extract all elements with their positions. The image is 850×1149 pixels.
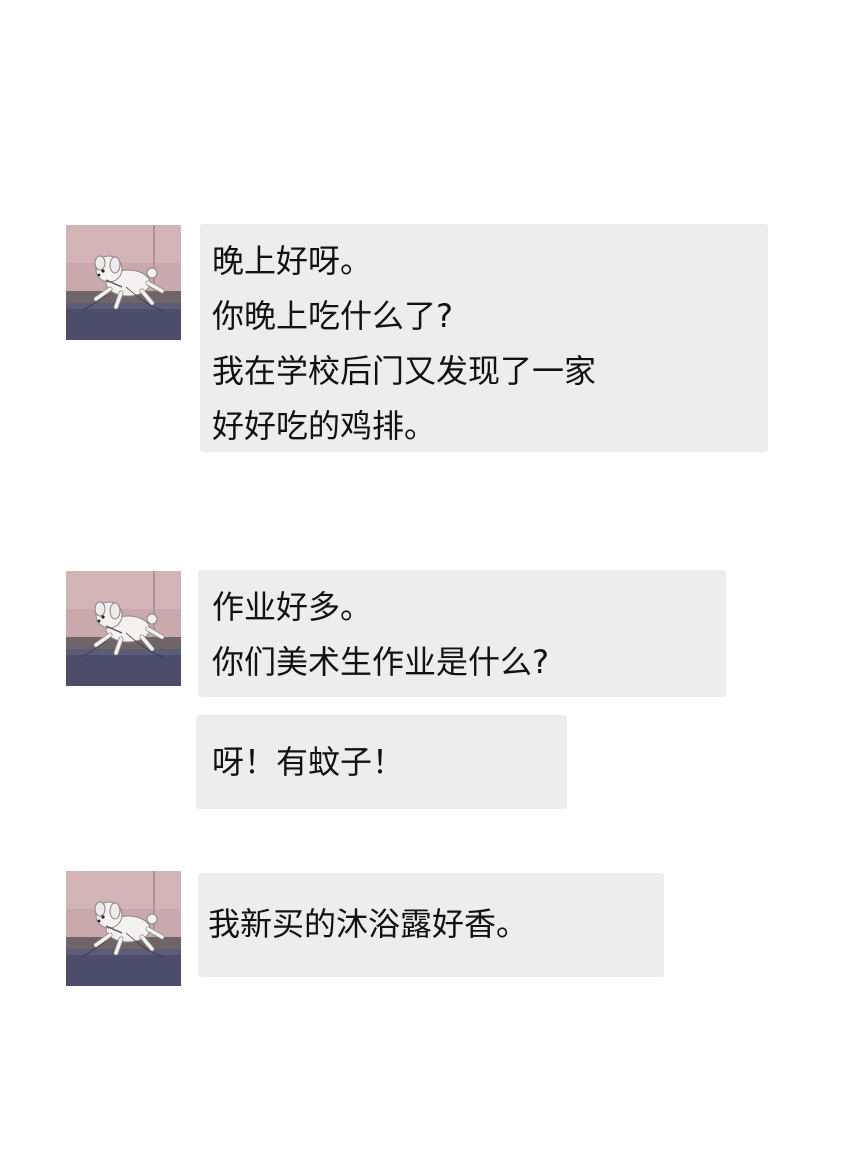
message-text: 作业好多。 [212,588,373,626]
message-bubble[interactable]: 呀！有蚊子！ [196,715,567,809]
message-text: 你晚上吃什么了? [212,297,453,335]
white-puppy-running-icon [66,871,181,986]
white-puppy-running-icon [66,225,181,340]
message-text: 好好吃的鸡排。 [212,407,437,445]
message-text: 我新买的沐浴露好香。 [208,905,529,943]
message-text: 你们美术生作业是什么? [212,643,549,681]
avatar[interactable] [66,571,181,686]
avatar[interactable] [66,225,181,340]
message-text: 我在学校后门又发现了一家 [212,352,597,390]
white-puppy-running-icon [66,571,181,686]
avatar[interactable] [66,871,181,986]
message-text: 呀！有蚊子！ [212,743,405,781]
message-text: 晚上好呀。 [212,242,373,280]
message-bubble[interactable]: 晚上好呀。 你晚上吃什么了? 我在学校后门又发现了一家 好好吃的鸡排。 [200,224,768,452]
message-bubble[interactable]: 我新买的沐浴露好香。 [198,873,664,977]
message-bubble[interactable]: 作业好多。 你们美术生作业是什么? [198,570,726,697]
